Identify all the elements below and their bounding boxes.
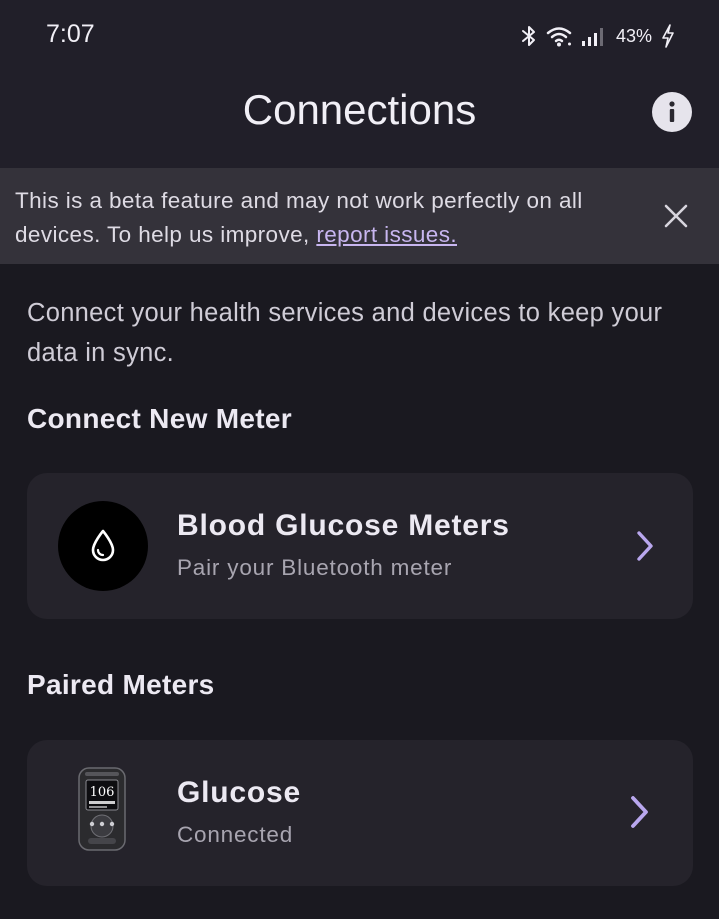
wifi-icon	[546, 27, 572, 47]
report-issues-link[interactable]: report issues.	[316, 222, 457, 247]
banner-close-button[interactable]	[656, 196, 696, 236]
blood-glucose-meters-card[interactable]: Blood Glucose Meters Pair your Bluetooth…	[27, 473, 693, 619]
chevron-right-icon	[631, 796, 648, 828]
card-icon-circle	[58, 501, 148, 591]
top-app-bar: 7:07 43% Connections	[0, 0, 719, 168]
battery-charging-icon	[662, 24, 674, 48]
meter-display-value: 106	[90, 785, 115, 800]
connect-new-heading: Connect New Meter	[27, 403, 292, 434]
glucose-meter-icon: 106	[78, 767, 126, 851]
paired-meters-heading: Paired Meters	[27, 669, 215, 700]
beta-banner-text: This is a beta feature and may not work …	[15, 184, 635, 252]
info-button[interactable]	[652, 92, 692, 132]
info-icon	[669, 101, 675, 122]
card-title: Blood Glucose Meters	[177, 509, 510, 542]
page-title: Connections	[242, 86, 477, 133]
battery-percent: 43%	[615, 25, 652, 46]
status-time: 7:07	[46, 20, 95, 48]
beta-banner-message: This is a beta feature and may not work …	[15, 188, 583, 247]
chevron-right-icon	[637, 531, 653, 561]
card-subtitle: Pair your Bluetooth meter	[177, 555, 453, 580]
paired-meter-card[interactable]: 106 Glucose Connected	[27, 740, 693, 886]
paired-meter-title: Glucose	[177, 776, 301, 809]
intro-text: Connect your health services and devices…	[27, 299, 663, 367]
status-icons: 43%	[521, 22, 675, 50]
paired-meter-status: Connected	[177, 822, 294, 847]
close-icon	[664, 204, 688, 228]
signal-icon	[581, 28, 603, 46]
blood-drop-icon	[91, 529, 115, 562]
bluetooth-icon	[521, 26, 535, 46]
app-root: 7:07 43% Connections This is a beta feat…	[0, 0, 719, 919]
